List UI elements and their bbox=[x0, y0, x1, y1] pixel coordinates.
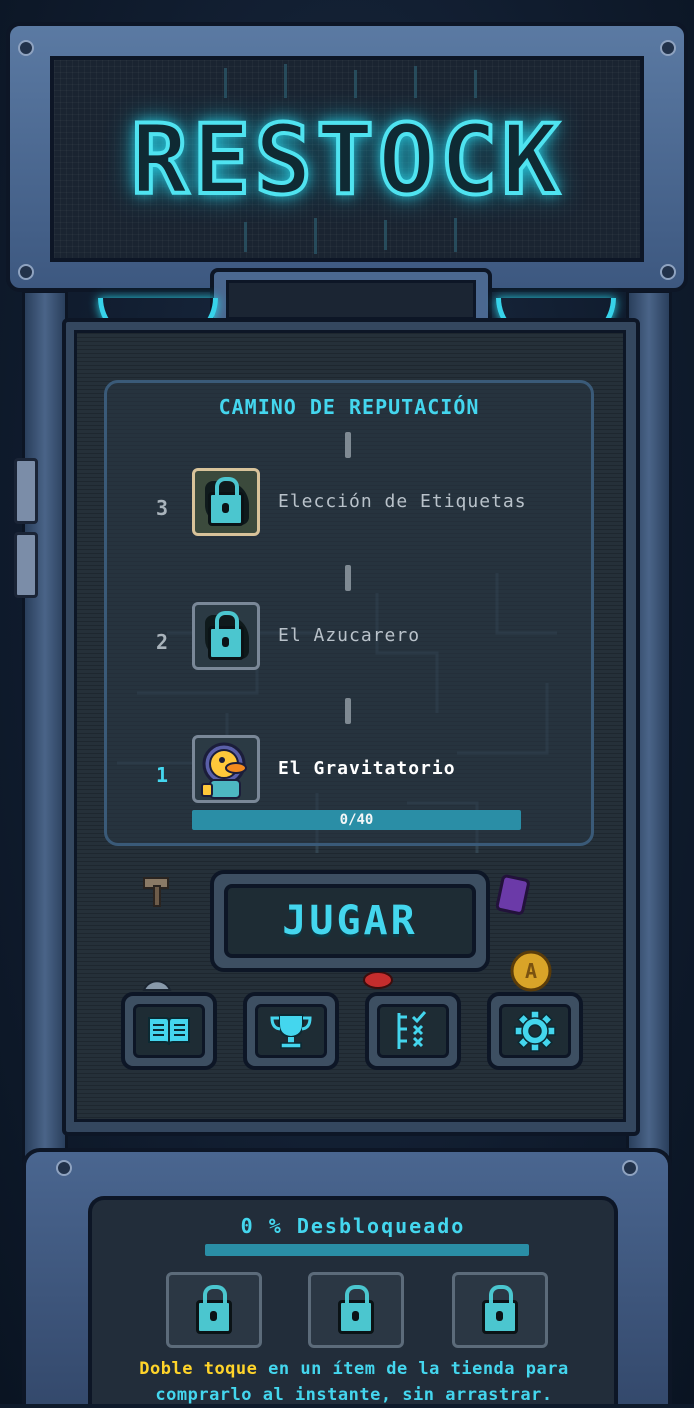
side-tab bbox=[14, 458, 38, 524]
settings-button[interactable] bbox=[487, 992, 583, 1070]
book-button[interactable] bbox=[121, 992, 217, 1070]
bolt-icon bbox=[660, 40, 676, 56]
card-icon bbox=[496, 874, 530, 915]
bolt-icon bbox=[18, 264, 34, 280]
bolt-icon bbox=[660, 264, 676, 280]
upgrade-slot[interactable] bbox=[308, 1272, 404, 1348]
tier-rank: 2 bbox=[155, 630, 169, 654]
circuit-line bbox=[224, 68, 227, 98]
upgrade-slot[interactable] bbox=[452, 1272, 548, 1348]
unlock-progress-bar bbox=[205, 1244, 529, 1256]
circuit-line bbox=[384, 220, 387, 250]
circuit-line bbox=[354, 70, 357, 98]
circuit-line bbox=[284, 64, 287, 98]
bolt-icon bbox=[622, 1160, 638, 1176]
circuit-line bbox=[314, 218, 317, 254]
book-icon bbox=[148, 1017, 190, 1046]
settings-button-face bbox=[499, 1004, 571, 1058]
tier-name: El Azucarero bbox=[278, 625, 421, 646]
tier-rank: 3 bbox=[155, 496, 169, 520]
upgrade-slot[interactable] bbox=[166, 1272, 262, 1348]
play-button[interactable]: JUGAR bbox=[224, 884, 476, 958]
tier-name: Elección de Etiquetas bbox=[278, 491, 527, 512]
tier-3-slot[interactable] bbox=[192, 468, 260, 536]
tip-line1: en un ítem de la tienda para bbox=[257, 1359, 569, 1379]
checklist-icon bbox=[397, 1011, 427, 1049]
coin-icon: A bbox=[510, 950, 552, 992]
tier-name: El Gravitatorio bbox=[278, 758, 456, 779]
bolt-icon bbox=[18, 40, 34, 56]
circuit-line bbox=[244, 222, 247, 252]
path-connector bbox=[345, 565, 351, 591]
path-connector bbox=[345, 698, 351, 724]
reputation-progress-bar: 0/40 bbox=[192, 810, 521, 830]
svg-text:A: A bbox=[525, 959, 537, 983]
lock-icon bbox=[208, 611, 244, 660]
side-tab bbox=[14, 532, 38, 598]
trophy-button-face bbox=[255, 1004, 327, 1058]
hammer-icon bbox=[143, 877, 169, 907]
tier-2-slot[interactable] bbox=[192, 602, 260, 670]
lock-icon bbox=[338, 1285, 374, 1334]
checklist-button[interactable] bbox=[365, 992, 461, 1070]
reputation-title: CAMINO DE REPUTACIÓN bbox=[218, 395, 480, 419]
path-connector bbox=[345, 432, 351, 458]
lock-icon bbox=[196, 1285, 232, 1334]
game-logo: RESTOCK bbox=[129, 102, 564, 218]
circuit-line bbox=[454, 218, 457, 252]
circuit-line bbox=[414, 66, 417, 98]
duck-astronaut-icon bbox=[201, 742, 247, 799]
tier-rank: 1 bbox=[155, 763, 169, 787]
checklist-button-face bbox=[377, 1004, 449, 1058]
tip-highlight: Doble toque bbox=[139, 1359, 258, 1379]
marquee-header: RESTOCK bbox=[6, 22, 688, 292]
bolt-icon bbox=[56, 1160, 72, 1176]
circuit-line bbox=[474, 70, 477, 98]
tip-line2: comprarlo al instante, sin arrastrar. bbox=[155, 1385, 553, 1405]
book-button-face bbox=[133, 1004, 205, 1058]
tip-text: Doble toque en un ítem de la tienda para… bbox=[96, 1356, 612, 1408]
unlock-percent-label: 0 % Desbloqueado bbox=[240, 1214, 466, 1238]
trophy-button[interactable] bbox=[243, 992, 339, 1070]
lock-icon bbox=[482, 1285, 518, 1334]
trophy-icon bbox=[270, 1014, 312, 1049]
gear-icon bbox=[514, 1010, 556, 1052]
helmet-icon bbox=[142, 980, 172, 991]
lock-icon bbox=[208, 477, 244, 526]
